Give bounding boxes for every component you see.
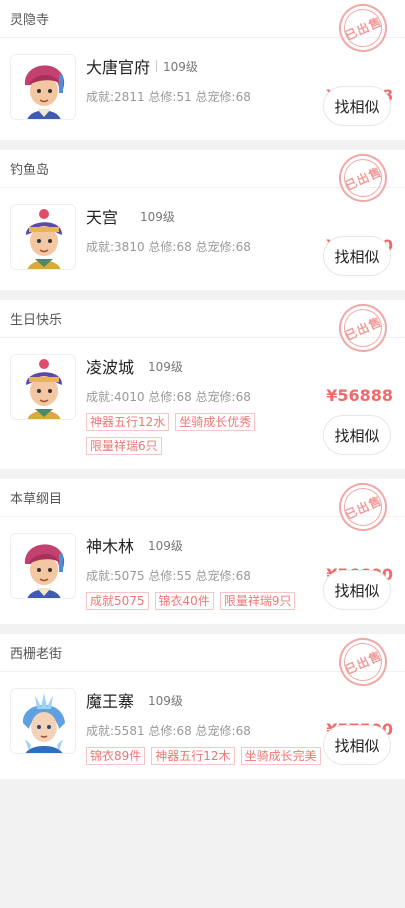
feature-tag: 成就5075 [86,592,149,610]
level-label: 109级 [148,359,183,374]
find-similar-button[interactable]: 找相似 [323,725,391,765]
find-similar-button[interactable]: 找相似 [323,570,391,610]
avatar-purple-hair-icon [10,204,76,270]
listing-card[interactable]: 灵隐寺 已出售 大唐官府 109级 成就:2811 总修:51 总宠修:68 找… [0,0,405,140]
school-name: 神木林 [86,537,135,556]
price: ¥56888 [326,386,393,405]
level-label: 109级 [148,693,183,708]
school-name: 大唐官府 [86,58,151,77]
school-name: 凌波城 [86,358,135,377]
avatar-red-hair-icon [10,54,76,120]
feature-tag: 神器五行12水 [86,413,170,431]
listing-card[interactable]: 本草纲目 已出售 神木林 109级 成就:5075 总修:55 总宠修:68 成… [0,475,405,624]
avatar-purple-hair-icon [10,354,76,420]
avatar-blue-hair-icon [10,688,76,754]
school-name: 魔王寨 [86,692,135,711]
level-label: 109级 [148,538,183,553]
level-label: 109级 [140,209,175,224]
feature-tags: 锦衣89件 神器五行12木 坐骑成长完美 [86,747,326,765]
find-similar-button[interactable]: 找相似 [323,415,391,455]
find-similar-button[interactable]: 找相似 [323,236,391,276]
level-label: 109级 [163,59,198,74]
divider [156,60,158,72]
feature-tag: 限量祥瑞6只 [86,437,162,455]
feature-tag: 坐骑成长优秀 [175,413,256,431]
listing-list: 灵隐寺 已出售 大唐官府 109级 成就:2811 总修:51 总宠修:68 找… [0,0,405,779]
feature-tags: 成就5075 锦衣40件 限量祥瑞9只 [86,592,326,610]
school-name: 天宫 [86,208,119,227]
find-similar-button[interactable]: 找相似 [323,86,391,126]
listing-card[interactable]: 钓鱼岛 已出售 天宫 109级 成就:3810 总修:68 总宠修:68 找相似 [0,146,405,290]
listing-card[interactable]: 生日快乐 已出售 凌波城 109级 成就:4010 总修:68 总宠修:68 神… [0,296,405,469]
feature-tag: 锦衣40件 [154,592,214,610]
feature-tag: 限量祥瑞9只 [219,592,296,610]
feature-tag: 神器五行12木 [151,747,235,765]
avatar-red-hair-icon [10,533,76,599]
listing-card[interactable]: 西栅老街 已出售 魔王寨 109级 成就:5581 总修:68 总宠修:68 锦… [0,630,405,779]
feature-tag: 坐骑成长完美 [240,747,321,765]
feature-tags: 神器五行12水 坐骑成长优秀 限量祥瑞6只 [86,413,326,455]
feature-tag: 锦衣89件 [86,747,146,765]
